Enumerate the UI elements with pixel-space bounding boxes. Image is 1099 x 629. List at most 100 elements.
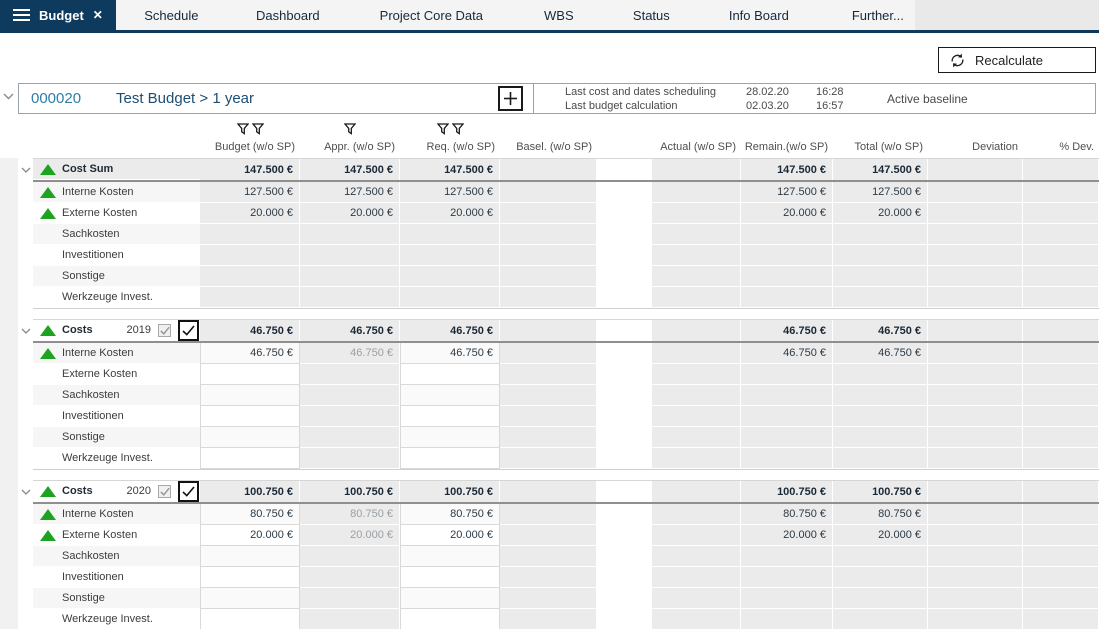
checkbox-small-checked[interactable]: [158, 324, 171, 337]
editable-cell-req[interactable]: [400, 364, 500, 385]
readonly-cell-deviation: [928, 287, 1023, 308]
funnel-icon[interactable]: [344, 123, 356, 135]
tab-dashboard[interactable]: Dashboard: [227, 0, 349, 30]
readonly-cell-deviation: [928, 609, 1023, 629]
editable-cell-req[interactable]: [400, 406, 500, 427]
column-header-label: % Dev.: [1059, 141, 1094, 153]
readonly-cell-pdev: [1023, 385, 1099, 406]
editable-cell-budget[interactable]: [200, 385, 300, 406]
project-expander chevron-down-icon[interactable]: [3, 93, 14, 100]
menu-icon[interactable]: [13, 9, 30, 21]
editable-cell-req[interactable]: [400, 546, 500, 567]
group-expander chevron-down-icon[interactable]: [18, 480, 33, 504]
editable-cell-budget[interactable]: [200, 364, 300, 385]
readonly-cell-actual: [652, 385, 741, 406]
row-label-cell: Werkzeuge Invest.: [33, 448, 200, 469]
group-title-cell: Costs2020: [33, 481, 200, 502]
readonly-cell-total: [833, 224, 928, 245]
editable-cell-req[interactable]: 80.750 €: [400, 504, 500, 525]
tab-further[interactable]: Further...: [819, 0, 937, 30]
readonly-cell-pdev: [1023, 245, 1099, 266]
green-triangle-up-icon: [40, 348, 56, 359]
editable-cell-budget[interactable]: [200, 448, 300, 469]
funnel-icon[interactable]: [452, 123, 464, 135]
editable-cell-req[interactable]: 20.000 €: [400, 525, 500, 546]
readonly-cell-deviation: [928, 224, 1023, 245]
editable-cell-req[interactable]: 46.750 €: [400, 343, 500, 364]
editable-cell-budget[interactable]: [200, 427, 300, 448]
readonly-cell-appr: [300, 546, 400, 567]
readonly-cell-remain: [741, 427, 833, 448]
table-row: Werkzeuge Invest.: [18, 609, 1099, 629]
tab-schedule[interactable]: Schedule: [116, 0, 227, 30]
readonly-cell-total: [833, 546, 928, 567]
editable-cell-budget[interactable]: 20.000 €: [200, 525, 300, 546]
budget-grid: Cost Sum147.500 €147.500 €147.500 €147.5…: [18, 158, 1099, 629]
row-label: Werkzeuge Invest.: [62, 291, 153, 303]
readonly-cell-pdev: [1023, 427, 1099, 448]
editable-cell-budget[interactable]: [200, 609, 300, 629]
editable-cell-req[interactable]: [400, 385, 500, 406]
column-header-label: Budget (w/o SP): [215, 141, 295, 153]
row-body: Sonstige: [33, 427, 1099, 448]
checkbox-small-checked[interactable]: [158, 485, 171, 498]
gap-cell: [597, 182, 652, 203]
row-label-cell: Sonstige: [33, 266, 200, 287]
readonly-cell-appr: [300, 364, 400, 385]
checkbox-large-checked[interactable]: [178, 481, 199, 502]
tab-wbs[interactable]: WBS: [514, 0, 604, 30]
tab-project-core-data[interactable]: Project Core Data: [349, 0, 514, 30]
recalculate-button[interactable]: Recalculate: [938, 47, 1096, 73]
editable-cell-budget[interactable]: [200, 406, 300, 427]
group-expander chevron-down-icon[interactable]: [18, 319, 33, 343]
column-header-actual: Actual (w/o SP): [652, 114, 741, 158]
checkbox-large-checked[interactable]: [178, 320, 199, 341]
editable-cell-budget[interactable]: 80.750 €: [200, 504, 300, 525]
table-row: Externe Kosten: [18, 364, 1099, 385]
editable-cell-req[interactable]: [400, 427, 500, 448]
readonly-cell-deviation: [928, 546, 1023, 567]
filter-icons: [200, 123, 300, 135]
total-cell-total: 100.750 €: [833, 481, 928, 502]
column-header-spacer: [18, 114, 200, 158]
funnel-icon[interactable]: [437, 123, 449, 135]
editable-cell-budget[interactable]: [200, 588, 300, 609]
editable-cell-req[interactable]: [400, 609, 500, 629]
tab-info-board[interactable]: Info Board: [699, 0, 819, 30]
editable-cell-budget[interactable]: 46.750 €: [200, 343, 300, 364]
funnel-icon[interactable]: [252, 123, 264, 135]
add-button[interactable]: [498, 86, 523, 111]
row-label-cell: Externe Kosten: [33, 364, 200, 385]
tab-status[interactable]: Status: [604, 0, 699, 30]
green-triangle-up-icon: [37, 208, 59, 219]
group-title-cell: Costs2019: [33, 320, 200, 341]
editable-cell-req[interactable]: [400, 588, 500, 609]
scheduling-date-1: 28.02.20: [746, 86, 789, 98]
editable-cell-req[interactable]: [400, 448, 500, 469]
row-label-cell: Sachkosten: [33, 385, 200, 406]
table-row: Sachkosten: [18, 385, 1099, 406]
group-header-body: Costs2020100.750 €100.750 €100.750 €100.…: [33, 480, 1099, 504]
green-triangle-up-icon: [37, 530, 59, 541]
total-cell-pdev: [1023, 159, 1099, 180]
table-row: Sonstige: [18, 266, 1099, 287]
tab-budget-active[interactable]: Budget ✕: [0, 0, 116, 30]
readonly-cell-remain: 20.000 €: [741, 525, 833, 546]
row-body: Interne Kosten80.750 €80.750 €80.750 €80…: [33, 504, 1099, 525]
row-expander-slot: [18, 245, 33, 266]
row-label: Werkzeuge Invest.: [62, 452, 153, 464]
readonly-cell-basel: [500, 364, 597, 385]
table-row: Sachkosten: [18, 546, 1099, 567]
editable-cell-budget[interactable]: [200, 546, 300, 567]
editable-cell-req[interactable]: [400, 567, 500, 588]
group-expander chevron-down-icon[interactable]: [18, 158, 33, 182]
close-icon[interactable]: ✕: [93, 8, 103, 22]
year-cluster: 2019: [127, 320, 200, 341]
editable-cell-budget[interactable]: [200, 567, 300, 588]
row-label: Sonstige: [62, 592, 105, 604]
row-body: Investitionen: [33, 245, 1099, 266]
gap-cell: [597, 203, 652, 224]
funnel-icon[interactable]: [237, 123, 249, 135]
readonly-cell-appr: 20.000 €: [300, 203, 400, 224]
row-body: Externe Kosten20.000 €20.000 €20.000 €20…: [33, 203, 1099, 224]
